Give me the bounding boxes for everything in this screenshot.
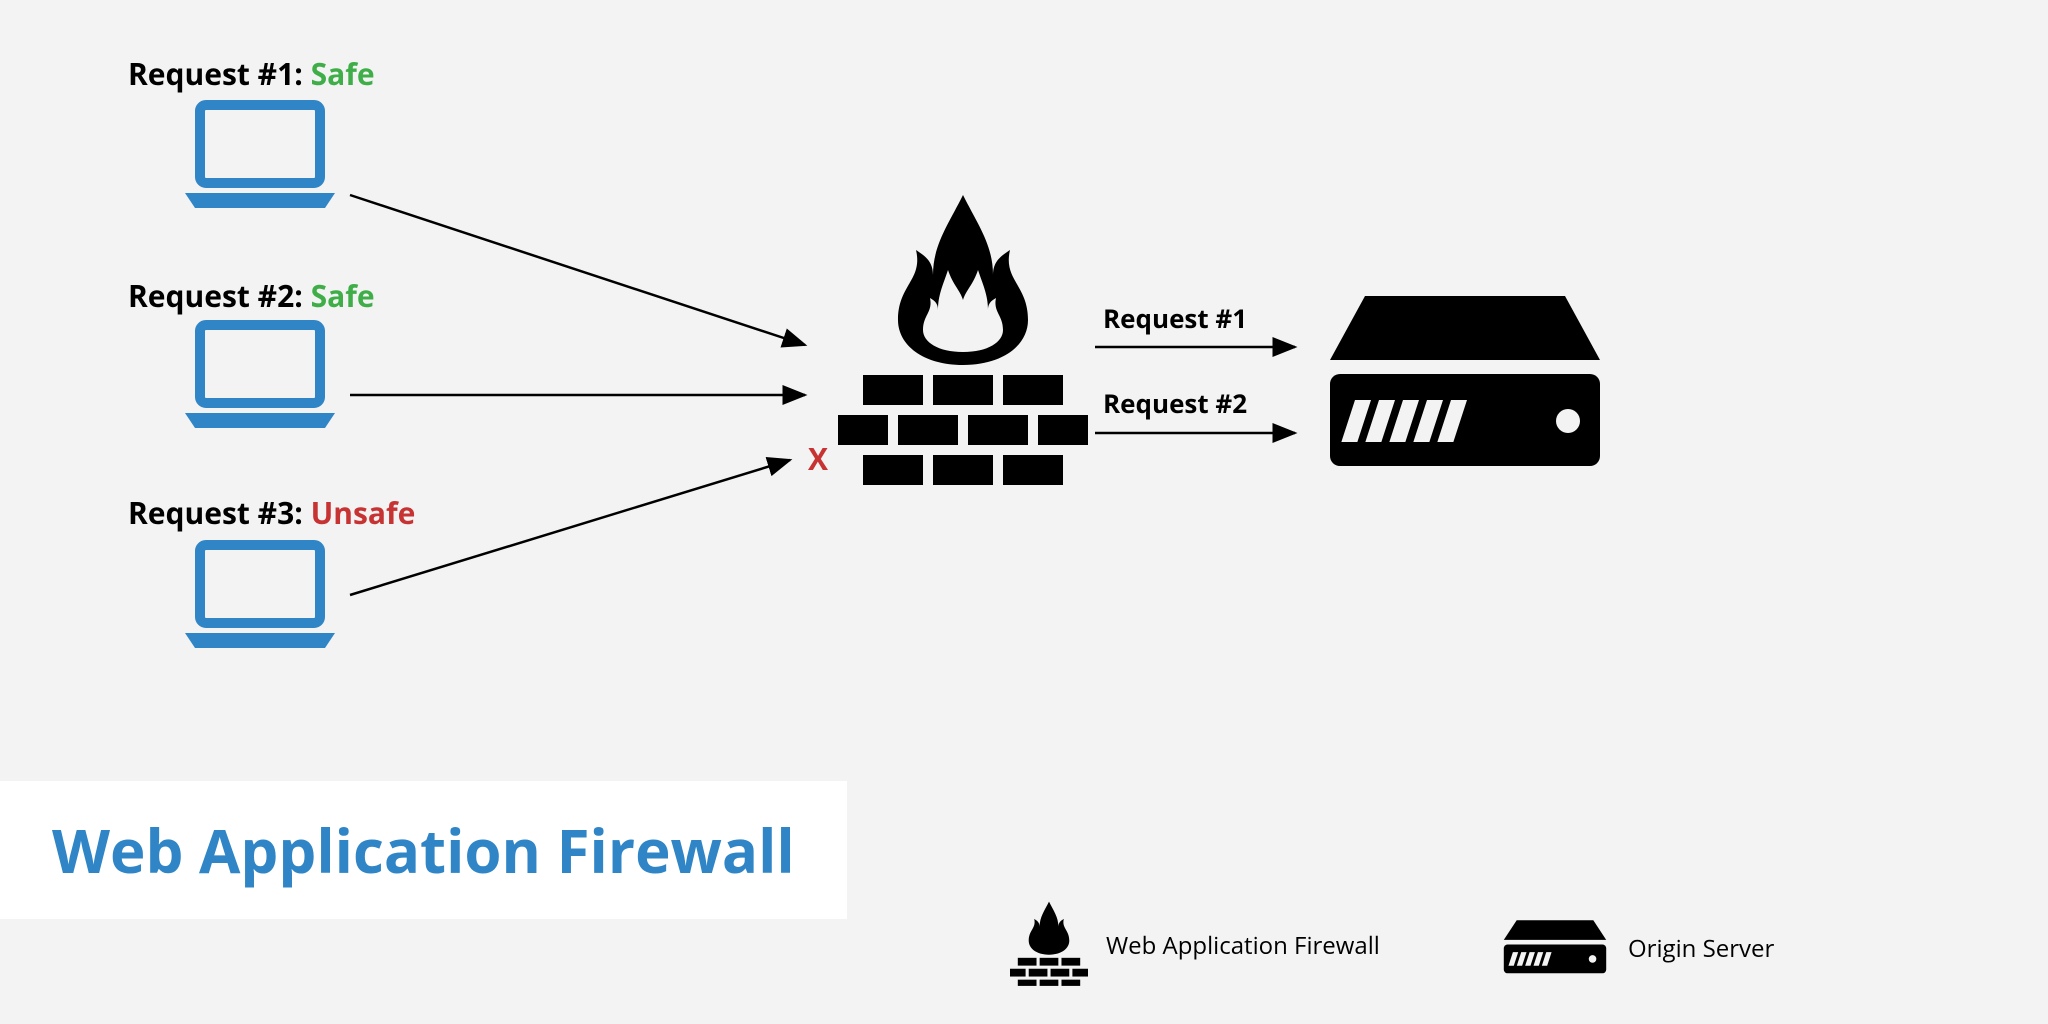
request-label-3: Request #3: Unsafe: [128, 492, 415, 533]
passed-request-label: Request #2: [1103, 385, 1247, 421]
passed-request-label: Request #1: [1103, 300, 1247, 336]
server-icon: [1500, 915, 1610, 982]
request-prefix: Request #3:: [128, 492, 311, 533]
request-status: Unsafe: [311, 492, 416, 533]
request-prefix: Request #2:: [128, 275, 311, 316]
request-status: Safe: [311, 53, 375, 94]
laptop-icon: [180, 540, 340, 650]
firewall-icon: [838, 190, 1088, 495]
laptop-icon: [180, 100, 340, 210]
request-status: Safe: [311, 275, 375, 316]
legend-server-label: Origin Server: [1628, 932, 1774, 965]
request-prefix: Request #1:: [128, 53, 311, 94]
blocked-x-mark: X: [808, 438, 828, 479]
request-label-1: Request #1: Safe: [128, 53, 375, 94]
legend-firewall: Web Application Firewall: [1010, 900, 1380, 991]
diagram-title: Web Application Firewall: [52, 809, 795, 891]
diagram-title-box: Web Application Firewall: [0, 781, 847, 919]
firewall-icon: [1010, 900, 1088, 991]
laptop-icon: [180, 320, 340, 430]
server-icon: [1320, 282, 1610, 487]
legend-server: Origin Server: [1500, 915, 1774, 982]
request-label-2: Request #2: Safe: [128, 275, 375, 316]
legend-firewall-label: Web Application Firewall: [1106, 929, 1380, 962]
